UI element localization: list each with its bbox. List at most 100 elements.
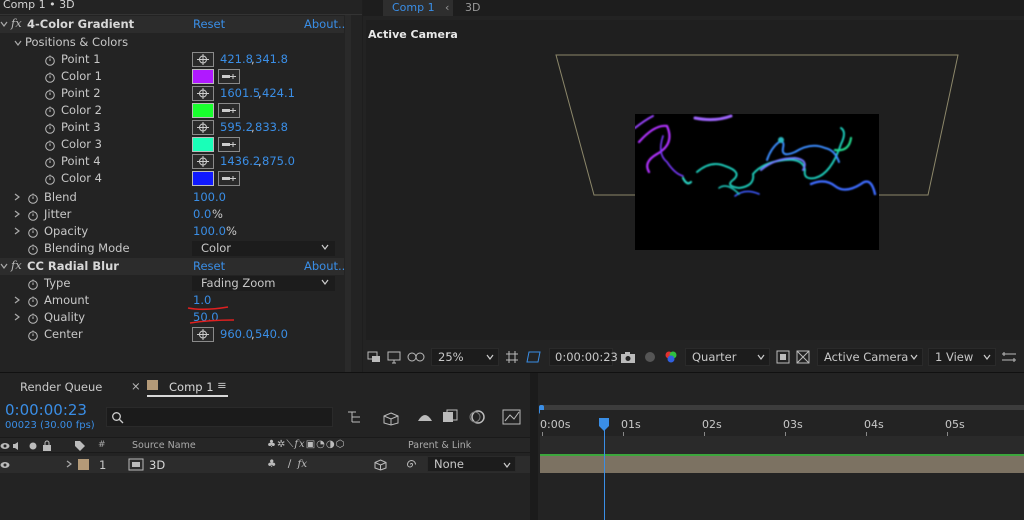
stopwatch-icon[interactable]: [44, 105, 56, 117]
camera-view-dropdown[interactable]: Active Camera: [817, 348, 923, 366]
monitor-icon[interactable]: [387, 350, 401, 364]
eyedropper-icon[interactable]: [218, 69, 240, 84]
solo-icon[interactable]: [28, 441, 38, 451]
parent-dropdown[interactable]: None: [427, 456, 516, 472]
column-source-name[interactable]: Source Name: [132, 440, 196, 451]
fx-icon[interactable]: fx: [11, 16, 22, 30]
stopwatch-icon[interactable]: [27, 312, 39, 324]
playhead-line[interactable]: [604, 418, 605, 520]
zoom-dropdown[interactable]: 25%: [431, 348, 499, 366]
timeline-timecode[interactable]: 0:00:00:23: [5, 401, 87, 419]
layer-name[interactable]: 3D: [149, 458, 165, 472]
draft-3d-icon[interactable]: [381, 408, 401, 426]
effect-header-cc-radial-blur[interactable]: fx CC Radial Blur Reset About...: [0, 258, 349, 275]
tab-render-queue[interactable]: Render Queue: [20, 380, 102, 394]
effect-header-4-color-gradient[interactable]: fx 4-Color Gradient Reset About...: [0, 16, 349, 33]
chevron-right-icon[interactable]: [13, 227, 21, 235]
crosshair-icon[interactable]: [192, 52, 214, 67]
type-dropdown[interactable]: Fading Zoom: [192, 276, 335, 291]
region-of-interest-icon[interactable]: [526, 350, 542, 364]
about-link[interactable]: About...: [304, 17, 349, 31]
panel-menu-icon[interactable]: ≡: [217, 378, 227, 392]
color-swatch[interactable]: [192, 171, 214, 186]
eyedropper-icon[interactable]: [218, 171, 240, 186]
layer-label-color[interactable]: [78, 459, 89, 470]
lock-icon[interactable]: [42, 440, 52, 452]
point-x-value[interactable]: 595.2: [220, 120, 253, 134]
panel-splitter[interactable]: [530, 373, 538, 520]
snapshot-camera-icon[interactable]: [620, 350, 636, 364]
point-x-value[interactable]: 1601.5: [220, 86, 260, 100]
stopwatch-icon[interactable]: [27, 209, 39, 221]
stopwatch-icon[interactable]: [27, 295, 39, 307]
pick-whip-icon[interactable]: [405, 458, 418, 471]
stopwatch-icon[interactable]: [27, 278, 39, 290]
eye-icon[interactable]: [0, 441, 10, 451]
eyedropper-icon[interactable]: [218, 137, 240, 152]
layer-row[interactable]: 1 3D ♣ ∕ fx None: [0, 456, 530, 473]
scrollbar[interactable]: [345, 15, 351, 372]
crosshair-icon[interactable]: [192, 154, 214, 169]
graph-editor-icon[interactable]: [502, 408, 522, 426]
fx-icon[interactable]: fx: [11, 258, 22, 272]
grid-guides-icon[interactable]: [505, 350, 519, 364]
show-snapshot-icon[interactable]: [642, 350, 658, 364]
chevron-down-icon[interactable]: [0, 262, 8, 270]
resolution-dropdown[interactable]: Quarter: [685, 348, 770, 366]
playhead-marker[interactable]: [598, 418, 610, 432]
close-icon[interactable]: ×: [131, 379, 141, 393]
time-ruler[interactable]: 0:00s 01s 02s 03s 04s 05s: [540, 410, 1024, 436]
group-positions-colors[interactable]: Positions & Colors: [0, 34, 344, 51]
tab-comp-1[interactable]: Comp 1 ‹: [383, 0, 453, 16]
frame-blending-icon[interactable]: [442, 409, 458, 425]
color-swatch[interactable]: [192, 69, 214, 84]
tab-comp-1[interactable]: Comp 1: [169, 380, 214, 394]
viewer-canvas[interactable]: Active Camera: [366, 20, 1024, 340]
layer-search-input[interactable]: [106, 407, 333, 427]
reset-exposure-icon[interactable]: [1001, 350, 1017, 364]
color-channels-icon[interactable]: [663, 349, 679, 365]
stopwatch-icon[interactable]: [27, 243, 39, 255]
stopwatch-icon[interactable]: [27, 226, 39, 238]
point-y-value[interactable]: 424.1: [262, 86, 295, 100]
point-x-value[interactable]: 421.8: [220, 52, 253, 66]
stopwatch-icon[interactable]: [44, 71, 56, 83]
reset-link[interactable]: Reset: [193, 17, 225, 31]
stopwatch-icon[interactable]: [44, 173, 56, 185]
view-layout-dropdown[interactable]: 1 View: [928, 348, 996, 366]
tab-3d[interactable]: 3D: [465, 0, 480, 16]
chevron-down-icon[interactable]: [14, 39, 22, 47]
color-swatch[interactable]: [192, 103, 214, 118]
crosshair-icon[interactable]: [192, 86, 214, 101]
blend-value[interactable]: 100.0: [193, 190, 226, 204]
label-tag-icon[interactable]: [74, 440, 86, 452]
stopwatch-icon[interactable]: [44, 122, 56, 134]
stopwatch-icon[interactable]: [44, 139, 56, 151]
composition-flowchart-icon[interactable]: [347, 409, 365, 425]
motion-blur-icon[interactable]: [468, 408, 486, 426]
chevron-right-icon[interactable]: [13, 210, 21, 218]
chevron-right-icon[interactable]: [13, 313, 21, 321]
stopwatch-icon[interactable]: [44, 88, 56, 100]
color-swatch[interactable]: [192, 137, 214, 152]
stopwatch-icon[interactable]: [27, 192, 39, 204]
chevron-right-icon[interactable]: [13, 296, 21, 304]
stopwatch-icon[interactable]: [27, 329, 39, 341]
chevron-right-icon[interactable]: [65, 460, 73, 468]
mask-icon[interactable]: [407, 351, 425, 363]
about-link[interactable]: About...: [304, 259, 349, 273]
point-y-value[interactable]: 875.0: [262, 154, 295, 168]
audio-icon[interactable]: [12, 441, 22, 451]
chevron-down-icon[interactable]: [0, 20, 8, 28]
layer-switches[interactable]: ♣ ∕ fx: [267, 458, 307, 470]
opacity-value[interactable]: 100.0: [193, 224, 226, 238]
fast-previews-icon[interactable]: [776, 350, 790, 364]
jitter-value[interactable]: 0.0: [193, 207, 211, 221]
shy-layers-icon[interactable]: [416, 409, 434, 425]
eyedropper-icon[interactable]: [218, 103, 240, 118]
crosshair-icon[interactable]: [192, 120, 214, 135]
stopwatch-icon[interactable]: [44, 54, 56, 66]
current-time-field[interactable]: 0:00:00:23: [549, 348, 618, 366]
always-preview-icon[interactable]: [367, 350, 381, 364]
blending-mode-dropdown[interactable]: Color: [192, 241, 335, 256]
